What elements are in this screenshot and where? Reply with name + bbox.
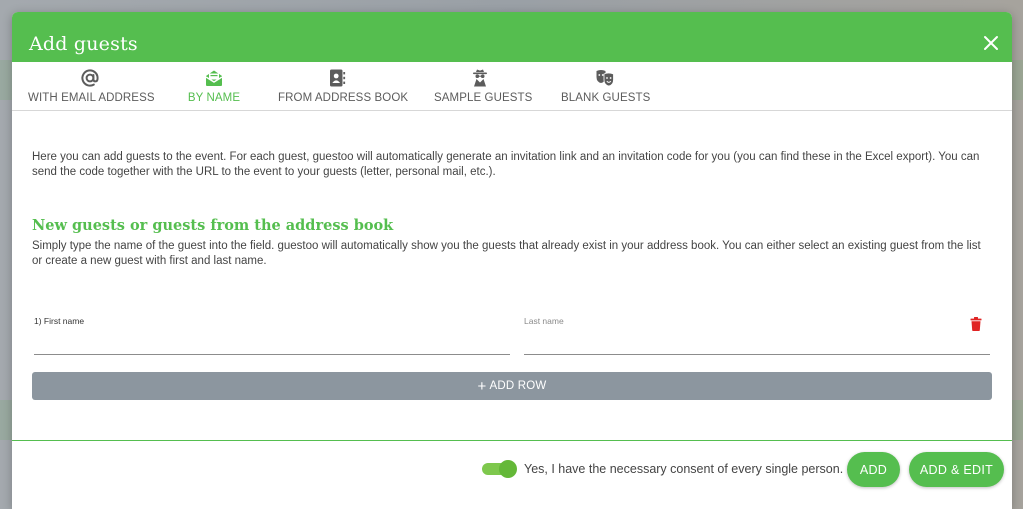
section-title: New guests or guests from the address bo… xyxy=(32,217,394,234)
theater-masks-icon xyxy=(596,70,614,87)
consent-toggle[interactable] xyxy=(482,460,517,478)
tab-label: FROM ADDRESS BOOK xyxy=(278,92,409,104)
first-name-field: 1) First name xyxy=(34,316,510,355)
last-name-input[interactable] xyxy=(524,332,990,352)
close-icon[interactable] xyxy=(982,34,1000,52)
intro-text: Here you can add guests to the event. Fo… xyxy=(32,151,980,178)
tab-label: SAMPLE GUESTS xyxy=(434,92,533,104)
toggle-knob xyxy=(499,460,517,478)
add-guests-modal: Add guests WITH EMAIL ADDRESS BY NAME FR… xyxy=(12,12,1012,509)
address-book-icon xyxy=(330,69,346,87)
tab-bar: WITH EMAIL ADDRESS BY NAME FROM ADDRESS … xyxy=(12,62,1012,111)
tab-blank-guests[interactable]: BLANK GUESTS xyxy=(561,62,651,110)
modal-title: Add guests xyxy=(29,33,138,55)
add-row-label: ADD ROW xyxy=(489,380,547,392)
plus-icon: + xyxy=(477,377,487,395)
consent-label: Yes, I have the necessary consent of eve… xyxy=(524,462,844,476)
tab-by-name[interactable]: BY NAME xyxy=(180,62,248,110)
footer-divider xyxy=(12,440,1012,441)
add-row-button[interactable]: + ADD ROW xyxy=(32,372,992,400)
modal-header: Add guests xyxy=(12,12,1012,62)
last-name-field: Last name xyxy=(524,316,990,355)
trash-icon[interactable] xyxy=(970,317,982,331)
add-button-label: ADD xyxy=(859,462,888,477)
first-name-label: 1) First name xyxy=(34,316,85,326)
envelope-open-icon xyxy=(205,70,223,86)
spy-icon xyxy=(473,69,487,87)
tab-sample-guests[interactable]: SAMPLE GUESTS xyxy=(434,62,533,110)
tab-label: WITH EMAIL ADDRESS xyxy=(28,92,155,104)
section-description: Simply type the name of the guest into t… xyxy=(32,240,981,267)
add-button[interactable]: ADD xyxy=(847,452,900,487)
tab-label: BY NAME xyxy=(187,92,241,104)
at-sign-icon xyxy=(81,69,99,87)
add-and-edit-button-label: ADD & EDIT xyxy=(919,462,994,477)
tab-with-email-address[interactable]: WITH EMAIL ADDRESS xyxy=(28,62,155,110)
tab-from-address-book[interactable]: FROM ADDRESS BOOK xyxy=(278,62,409,110)
first-name-input[interactable] xyxy=(34,332,510,352)
add-and-edit-button[interactable]: ADD & EDIT xyxy=(909,452,1004,487)
last-name-label: Last name xyxy=(524,316,564,326)
tab-label: BLANK GUESTS xyxy=(561,92,651,104)
